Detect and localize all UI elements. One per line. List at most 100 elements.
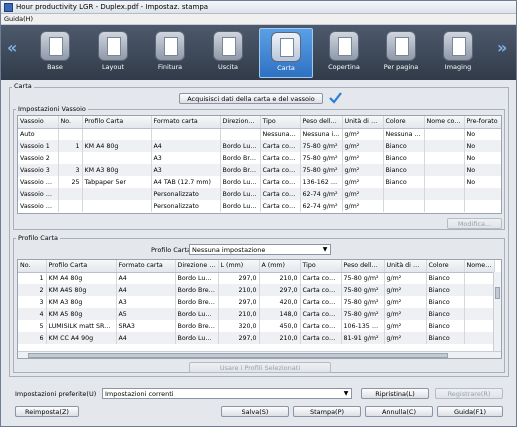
tray-table-cell: [383, 200, 425, 212]
tray-table-cell: 3: [58, 164, 83, 176]
tray-table-cell: g/m²: [342, 176, 384, 188]
tray-column-header[interactable]: Vassoio: [18, 116, 59, 129]
scroll-thumb[interactable]: [495, 287, 500, 299]
tray-table-row[interactable]: Vassoio 1 PI Personalizzato Bordo Lungo Car…: [18, 188, 501, 200]
per-page-icon: [386, 31, 416, 61]
profile-vertical-scrollbar[interactable]: [493, 272, 501, 351]
tray-table-row[interactable]: Vassoio b... 25 Tabpaper 5er A4 TAB (12.7 m…: [18, 176, 501, 188]
tab-layout[interactable]: Layout: [86, 28, 140, 78]
profile-table-cell: Bianco: [426, 320, 465, 332]
profile-column-header[interactable]: Profilo Carta: [46, 260, 117, 273]
tray-table-cell: Personalizzato: [151, 200, 221, 212]
tab-finitura[interactable]: Finitura: [143, 28, 197, 78]
tray-table-row[interactable]: Auto Nessuna i... Nessuna i... g/m² Nessuna …: [18, 128, 501, 140]
tray-column-header[interactable]: Peso della...: [300, 116, 343, 129]
tab-imaging[interactable]: Imaging: [431, 28, 485, 78]
profile-table-cell: 3: [18, 296, 47, 308]
profile-table: No. Profilo Carta Formato carta Direzione d…: [18, 260, 495, 344]
profile-column-header[interactable]: Formato carta: [116, 260, 176, 273]
profile-column-header[interactable]: Tipo: [300, 260, 342, 273]
tray-table-cell: A3: [151, 164, 221, 176]
save-button[interactable]: Salva(S): [221, 406, 289, 417]
profile-select[interactable]: Nessuna impostazione ▼: [189, 244, 331, 255]
profile-table-cell: 81-91 g/m²: [341, 332, 385, 344]
profile-table-cell: Bianco: [426, 272, 465, 284]
tab-per-pagina[interactable]: Per pagina: [374, 28, 428, 78]
profile-table-cell: Bianco: [426, 284, 465, 296]
profile-table-cell: g/m²: [384, 332, 427, 344]
reset-button[interactable]: Reimposta(Z): [15, 406, 79, 417]
profile-table-cell: [464, 296, 495, 308]
profile-table-cell: Carta com...: [300, 284, 342, 296]
help-button[interactable]: Guida(F1): [437, 406, 503, 417]
tray-table-cell: Bordo Lungo: [220, 200, 261, 212]
use-selected-profiles-button[interactable]: Usare i Profili Selezionati: [189, 362, 331, 373]
restore-button[interactable]: Ripristina(L): [361, 388, 429, 399]
profile-table-cell: 5: [18, 320, 47, 332]
profile-table-cell: 420,0: [259, 296, 301, 308]
profile-column-header[interactable]: Colore: [426, 260, 465, 273]
tab-base[interactable]: Base: [28, 28, 82, 78]
tray-table-cell: Bianco: [383, 176, 425, 188]
preferred-settings-select[interactable]: Impostazioni correnti ▼: [102, 388, 352, 399]
profile-table-cell: Bordo Breve: [175, 320, 219, 332]
profile-table-row[interactable]: 2 KM A4S 80g A4 Bordo Breve 210,0 297,0 Carta …: [18, 284, 495, 296]
tray-column-header[interactable]: No.: [58, 116, 83, 129]
register-button[interactable]: Registrare(R): [435, 388, 503, 399]
hscroll-thumb[interactable]: [28, 353, 448, 358]
tray-column-header[interactable]: Formato carta: [151, 116, 221, 129]
tray-column-header[interactable]: Tipo: [260, 116, 301, 129]
tray-column-header[interactable]: Nome colore: [424, 116, 465, 129]
tray-column-header[interactable]: Unità di Mi...: [342, 116, 384, 129]
tab-uscita[interactable]: Uscita: [201, 28, 255, 78]
profile-table-row[interactable]: 4 KM A5 80g A5 Bordo Lungo 210,0 148,0 Carta c…: [18, 308, 495, 320]
profile-column-header[interactable]: Direzione di ...: [175, 260, 219, 273]
scroll-left-icon[interactable]: «: [7, 38, 17, 57]
profile-column-header[interactable]: Unità di Mi...: [384, 260, 427, 273]
tab-carta[interactable]: Carta: [259, 28, 313, 78]
profile-table-cell: g/m²: [384, 308, 427, 320]
tray-column-header[interactable]: Profilo Carta: [82, 116, 152, 129]
tray-table-row[interactable]: Vassoio 3 3 KM A3 80g A3 Bordo Breve Carta co…: [18, 164, 501, 176]
profile-table-cell: [464, 320, 495, 332]
profile-column-header[interactable]: L (mm): [218, 260, 260, 273]
profile-table-cell: KM A4 80g: [46, 272, 117, 284]
tray-table-cell: [424, 176, 465, 188]
tray-table-row[interactable]: Vassoio 2 A3 Bordo Breve Carta com... 75-80 …: [18, 152, 501, 164]
menu-bar: Guida(H): [1, 14, 516, 25]
tray-table-cell: No: [464, 164, 501, 176]
cancel-button[interactable]: Annulla(C): [365, 406, 433, 417]
tab-copertina[interactable]: Copertina: [317, 28, 371, 78]
profile-column-header[interactable]: A (mm): [259, 260, 301, 273]
profile-table-cell: Bianco: [426, 308, 465, 320]
app-icon: [4, 2, 13, 12]
modify-button[interactable]: Modifica...: [447, 218, 502, 229]
tray-table-cell: [464, 188, 501, 200]
tray-column-header[interactable]: Colore: [383, 116, 425, 129]
profile-horizontal-scrollbar[interactable]: [18, 351, 501, 358]
profile-table-cell: 6: [18, 332, 47, 344]
profile-table-cell: [464, 284, 495, 296]
profile-table-cell: g/m²: [384, 272, 427, 284]
tray-table-cell: 62-74 g/m²: [300, 200, 343, 212]
tray-column-header[interactable]: Pre-forato: [464, 116, 501, 129]
profile-table-cell: 75-80 g/m²: [341, 284, 385, 296]
acquire-paper-tray-button[interactable]: Acquisisci dati della carta e del vassoi…: [179, 93, 323, 104]
profile-table-row[interactable]: 3 KM A3 80g A3 Bordo Breve 297,0 420,0 Carta c…: [18, 296, 495, 308]
tray-table-cell: Carta com...: [260, 152, 301, 164]
profile-table-row[interactable]: 5 LUMISILK matt SRA3... SRA3 Bordo Breve 320…: [18, 320, 495, 332]
print-button[interactable]: Stampa(P): [293, 406, 361, 417]
tray-column-header[interactable]: Direzione ...: [220, 116, 261, 129]
profile-column-header[interactable]: Peso della ...: [341, 260, 385, 273]
profile-table-row[interactable]: 1 KM A4 80g A4 Bordo Lungo 297,0 210,0 Carta c…: [18, 272, 495, 284]
profile-column-header[interactable]: Nome col...: [464, 260, 495, 273]
menu-item-help[interactable]: Guida(H): [4, 15, 33, 23]
profile-table-row[interactable]: 6 KM CC A4 90g A4 Bordo Lungo 297,0 210,0 Cart…: [18, 332, 495, 344]
scroll-right-icon[interactable]: »: [497, 38, 507, 57]
tray-table-cell: [424, 128, 465, 140]
profile-table-cell: Carta com...: [300, 320, 342, 332]
profile-table-cell: 2: [18, 284, 47, 296]
tray-table-row[interactable]: Vassoio 1 1 KM A4 80g A4 Bordo Lungo Carta co…: [18, 140, 501, 152]
tray-table-row[interactable]: Vassoio 2 PI Personalizzato Bordo Lungo Car…: [18, 200, 501, 212]
profile-column-header[interactable]: No.: [18, 260, 47, 273]
